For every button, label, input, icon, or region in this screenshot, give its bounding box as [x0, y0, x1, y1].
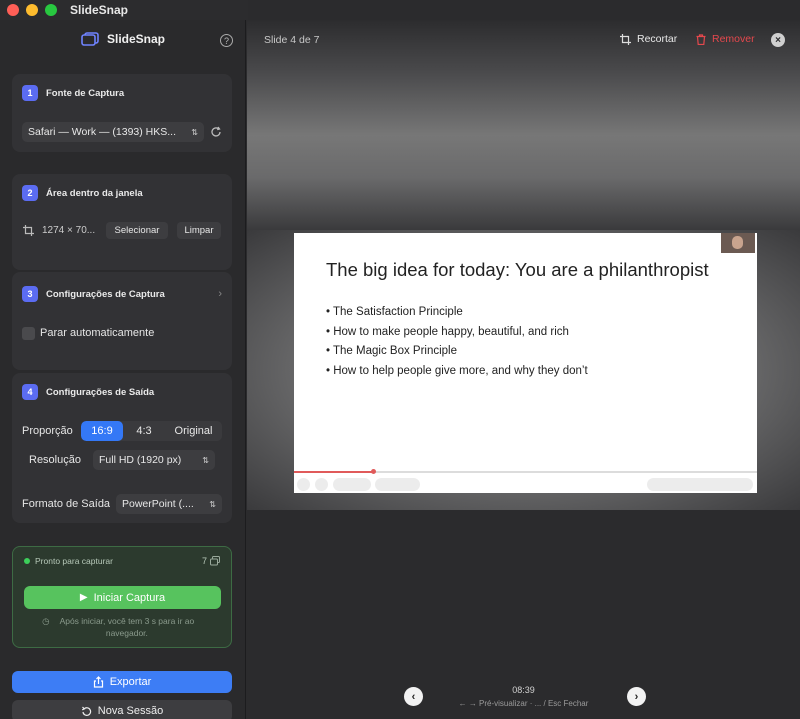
card-title: Configurações de Captura: [46, 288, 165, 300]
help-icon[interactable]: ?: [220, 34, 233, 47]
export-label: Exportar: [109, 676, 152, 688]
capture-source-card: 1 Fonte de Captura Safari — Work — (1393…: [12, 74, 232, 152]
app-title: SlideSnap: [70, 3, 129, 17]
video-progress-knob: [370, 469, 376, 474]
close-window-button[interactable]: [7, 4, 19, 16]
zoom-window-button[interactable]: [45, 4, 57, 16]
capture-settings-card: 3 Configurações de Captura › Parar autom…: [12, 272, 232, 370]
chapter-control: [375, 478, 420, 491]
minimize-window-button[interactable]: [26, 4, 38, 16]
close-icon[interactable]: ×: [771, 33, 785, 47]
crop-icon: [620, 33, 631, 45]
brand-name: SlideSnap: [106, 32, 165, 46]
webcam-thumbnail: [721, 233, 755, 253]
status-dot-icon: [24, 558, 30, 564]
slides-logo-icon: [81, 32, 99, 46]
clear-area-button[interactable]: Limpar: [177, 222, 221, 239]
slides-stack-icon: [210, 556, 220, 566]
remove-label: Remover: [712, 33, 755, 45]
webcam-person: [732, 236, 743, 249]
trash-icon: [696, 33, 706, 45]
new-session-label: Nova Sessão: [97, 705, 164, 717]
ratio-label: Proporção: [22, 425, 73, 437]
preview-backdrop-top: [247, 20, 800, 230]
chevron-updown-icon: ⇅: [209, 499, 216, 509]
brand: SlideSnap: [0, 32, 246, 46]
start-hint: ◷ Após iniciar, você tem 3 s para ir ao …: [13, 615, 231, 639]
resolution-select[interactable]: Full HD (1920 px) ⇅: [93, 450, 215, 470]
speed-control: [333, 478, 371, 491]
card-title: Fonte de Captura: [46, 87, 125, 99]
area-dimensions: 1274 × 70...: [42, 225, 96, 236]
slide-counter: Slide 4 de 7: [264, 34, 320, 46]
slide-preview: The big idea for today: You are a philan…: [294, 233, 757, 493]
refresh-icon[interactable]: [210, 126, 222, 138]
card-title: Configurações de Saída: [46, 386, 155, 398]
video-progress-fill: [294, 471, 373, 473]
slide-bullet: • How to make people happy, beautiful, a…: [326, 325, 569, 338]
slide-bullet: • The Magic Box Principle: [326, 345, 458, 357]
slide-count: 7: [201, 556, 207, 566]
card-title: Área dentro da janela: [46, 187, 143, 199]
timer-icon: ◷: [42, 616, 50, 626]
slide-bullet-text: The Magic Box Principle: [333, 345, 458, 357]
share-icon: [93, 676, 103, 688]
output-settings-card: 4 Configurações de Saída Proporção 16:9 …: [12, 373, 232, 523]
auto-stop-label: Parar automaticamente: [40, 327, 155, 339]
reset-icon: [81, 706, 91, 716]
step-number: 4: [22, 384, 38, 400]
crop-button[interactable]: Recortar: [620, 33, 677, 45]
start-hint-text: Após iniciar, você tem 3 s para ir ao na…: [59, 616, 195, 638]
ratio-option-16-9[interactable]: 16:9: [81, 421, 123, 441]
capture-area-card: 2 Área dentro da janela 1274 × 70... Sel…: [12, 174, 232, 270]
new-session-button[interactable]: Nova Sessão: [12, 700, 232, 719]
title-bar: SlideSnap: [0, 0, 248, 20]
resolution-value: Full HD (1920 px): [99, 454, 182, 466]
pause-icon: [297, 478, 310, 491]
crop-label: Recortar: [637, 33, 678, 45]
video-progress-bar: [294, 469, 757, 474]
slide-title: The big idea for today: You are a philan…: [326, 259, 709, 280]
auto-stop-checkbox[interactable]: [22, 327, 35, 340]
slide-bullet: • How to help people give more, and why …: [326, 364, 588, 377]
slide-bullet-text: How to help people give more, and why th…: [333, 364, 588, 377]
format-label: Formato de Saída: [22, 498, 111, 510]
ratio-option-4-3[interactable]: 4:3: [123, 421, 165, 441]
format-select[interactable]: PowerPoint (.... ⇅: [116, 494, 222, 514]
chevron-right-icon[interactable]: ›: [218, 288, 222, 300]
capture-status-panel: Pronto para capturar 7 ▶ Iniciar Captura…: [12, 546, 232, 648]
remove-button[interactable]: Remover: [696, 33, 755, 45]
volume-icon: [315, 478, 328, 491]
start-capture-label: Iniciar Captura: [93, 591, 166, 604]
preview-area: Slide 4 de 7 Recortar Remover × The big …: [247, 20, 800, 719]
format-value: PowerPoint (....: [122, 498, 194, 510]
status-text: Pronto para capturar: [35, 556, 113, 566]
slide-bullet-text: The Satisfaction Principle: [333, 306, 463, 318]
select-area-button[interactable]: Selecionar: [106, 222, 168, 239]
step-number: 3: [22, 286, 38, 302]
window-select-value: Safari — Work — (1393) HKS...: [28, 126, 177, 138]
play-icon: ▶: [79, 592, 88, 603]
slide-bullet: • The Satisfaction Principle: [326, 306, 463, 318]
slide-timestamp: 08:39: [512, 685, 535, 695]
slide-bullets: • The Satisfaction Principle • How to ma…: [326, 303, 588, 381]
video-controls: [294, 476, 757, 493]
chevron-updown-icon: ⇅: [202, 455, 209, 465]
ratio-segmented-control: 16:9 4:3 Original: [81, 421, 222, 441]
resolution-label: Resolução: [29, 454, 81, 466]
window-select[interactable]: Safari — Work — (1393) HKS... ⇅: [22, 122, 204, 142]
step-number: 2: [22, 185, 38, 201]
start-capture-button[interactable]: ▶ Iniciar Captura: [24, 586, 221, 609]
slide-bullet-text: How to make people happy, beautiful, and…: [333, 325, 569, 338]
crop-icon: [23, 225, 34, 236]
export-button[interactable]: Exportar: [12, 671, 232, 693]
step-number: 1: [22, 85, 38, 101]
keyboard-hint: ← → Pré-visualizar · ... / Esc Fechar: [458, 699, 589, 708]
ratio-option-original[interactable]: Original: [165, 421, 222, 441]
player-options: [647, 478, 753, 491]
chevron-updown-icon: ⇅: [191, 127, 198, 137]
sidebar: SlideSnap ? 1 Fonte de Captura Safari — …: [0, 20, 246, 719]
